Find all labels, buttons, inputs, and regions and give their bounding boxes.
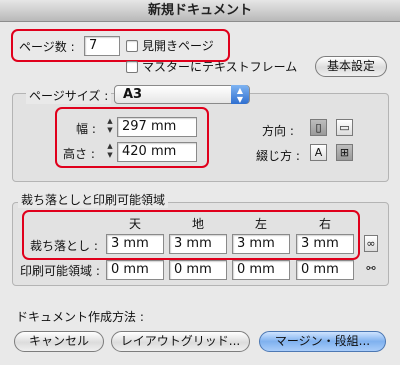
basic-settings-button[interactable]: 基本設定	[315, 56, 387, 77]
slug-top-input[interactable]: 0 mm	[106, 260, 164, 280]
layout-grid-button[interactable]: レイアウトグリッド...	[111, 331, 250, 352]
facing-pages-checkbox[interactable]	[126, 40, 138, 52]
binding-label: 綴じ方 :	[256, 149, 300, 163]
height-label: 高さ :	[63, 147, 95, 161]
pages-input[interactable]: 7	[84, 36, 120, 56]
window-title: 新規ドキュメント	[0, 0, 400, 22]
page-size-selected: A3	[123, 87, 143, 102]
page-size-label: ページサイズ :	[26, 87, 112, 104]
height-input[interactable]: 420 mm	[117, 142, 197, 162]
bleed-right-input[interactable]: 3 mm	[296, 234, 354, 254]
page-size-select[interactable]: A3 ▲ ▼	[114, 85, 250, 104]
col-right: 右	[318, 217, 331, 231]
slug-bottom-input[interactable]: 0 mm	[169, 260, 227, 280]
master-text-frame-checkbox[interactable]	[126, 61, 138, 73]
portrait-icon[interactable]: ▯	[310, 119, 327, 136]
link-bleed-icon[interactable]: ∞	[364, 235, 378, 252]
pages-label: ページ数 :	[19, 40, 75, 54]
bleed-left-input[interactable]: 3 mm	[232, 234, 290, 254]
height-stepper-icon[interactable]: ▲ ▼	[105, 142, 115, 162]
slug-label: 印刷可能領域 :	[20, 264, 100, 278]
bleed-top-input[interactable]: 3 mm	[106, 234, 164, 254]
bleed-bottom-input[interactable]: 3 mm	[169, 234, 227, 254]
link-slug-icon[interactable]: ⚯	[364, 261, 378, 278]
width-stepper-icon[interactable]: ▲ ▼	[105, 117, 115, 137]
select-arrows-icon: ▲ ▼	[231, 85, 249, 104]
master-text-frame-label: マスターにテキストフレーム	[142, 60, 298, 74]
facing-pages-label: 見開きページ	[142, 39, 214, 53]
slug-right-input[interactable]: 0 mm	[296, 260, 354, 280]
landscape-icon[interactable]: ▭	[336, 119, 353, 136]
create-method-label: ドキュメント作成方法 :	[16, 310, 144, 324]
width-input[interactable]: 297 mm	[117, 117, 197, 137]
col-left: 左	[254, 217, 267, 231]
bleed-label: 裁ち落とし :	[30, 239, 98, 253]
margins-columns-button[interactable]: マージン・段組...	[259, 331, 386, 352]
slug-left-input[interactable]: 0 mm	[232, 260, 290, 280]
left-binding-icon[interactable]: A	[310, 144, 327, 161]
bleed-group-title: 裁ち落としと印刷可能領域	[18, 191, 169, 208]
width-label: 幅 :	[76, 122, 96, 136]
cancel-button[interactable]: キャンセル	[14, 331, 104, 352]
right-binding-icon[interactable]: ⊞	[336, 144, 353, 161]
col-top: 天	[128, 217, 141, 231]
page-size-group	[12, 93, 389, 182]
col-bottom: 地	[191, 217, 204, 231]
orientation-label: 方向 :	[262, 124, 294, 138]
